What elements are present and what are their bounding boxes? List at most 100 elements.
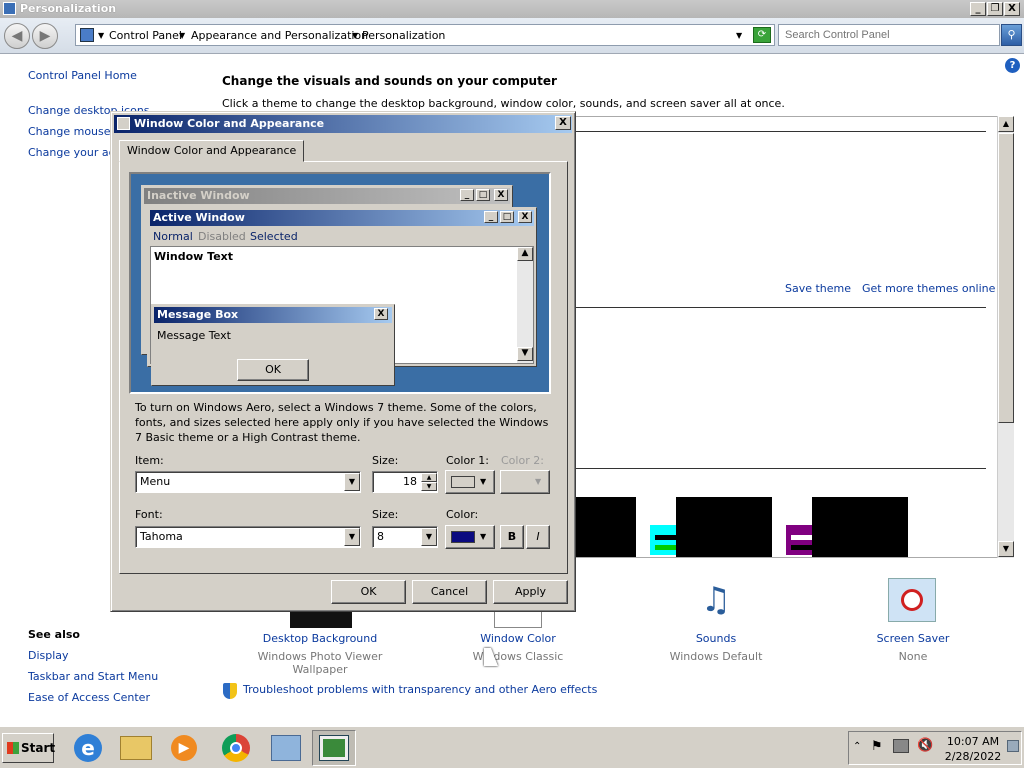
scroll-up-icon[interactable]: ▲ [998,116,1014,132]
window-color-link[interactable]: Window Color [443,632,593,645]
network-icon[interactable] [893,739,909,753]
see-also-taskbar[interactable]: Taskbar and Start Menu [28,670,158,683]
screen-saver-icon[interactable] [888,578,936,622]
see-also-display[interactable]: Display [28,649,69,662]
theme-thumbnail[interactable] [812,497,908,557]
chevron-icon[interactable]: ▼ [179,31,185,40]
ok-button[interactable]: OK [331,580,406,604]
volume-muted-icon[interactable]: 🔇 [917,738,933,753]
forward-button[interactable]: ▶ [32,23,58,49]
history-dropdown-icon[interactable]: ▼ [736,31,742,40]
font-size-select[interactable]: 8 ▼ [372,526,438,548]
color1-button[interactable]: ▼ [445,470,495,494]
maximize-icon: □ [476,189,490,201]
font-label: Font: [135,508,163,521]
desktop-background-link[interactable]: Desktop Background [245,632,395,645]
preview-msgbox-text: Message Text [157,329,231,342]
item-size-label: Size: [372,454,399,467]
chevron-down-icon: ▼ [480,477,487,486]
item-value: Menu [140,475,171,488]
sidebar-home-link[interactable]: Control Panel Home [28,69,137,82]
font-value: Tahoma [140,530,183,543]
chevron-down-icon: ▼ [480,532,487,541]
chrome-icon[interactable] [214,730,258,766]
scroll-up-icon: ▲ [517,247,533,261]
back-button[interactable]: ◀ [4,23,30,49]
file-explorer-icon[interactable] [114,730,158,766]
close-icon: X [374,308,388,320]
internet-explorer-icon[interactable]: e [66,730,110,766]
crumb-appearance[interactable]: Appearance and Personalization [191,29,368,42]
theme-list[interactable]: Save theme Get more themes online [576,116,997,558]
stepper-down-icon[interactable]: ▼ [421,482,437,491]
help-icon[interactable]: ? [1005,58,1020,73]
see-also-ease-of-access[interactable]: Ease of Access Center [28,691,150,704]
item-size-stepper[interactable]: 18 ▲ ▼ [372,471,438,493]
appearance-preview[interactable]: Inactive Window _ □ X Active Window _ □ … [129,172,551,394]
breadcrumb[interactable]: ▼ Control Panel ▼ Appearance and Persona… [75,24,775,46]
personalization-taskbar-icon[interactable] [312,730,356,766]
chevron-down-icon[interactable]: ▼ [421,528,437,546]
taskbar: Start e ▶ ⌃ ⚑ 🔇 10:07 AM 2/28/2022 [0,726,1024,768]
sounds-icon[interactable]: ♫ [692,578,740,622]
tab-window-color[interactable]: Window Color and Appearance [119,140,305,162]
bold-button[interactable]: B [500,525,524,549]
minimize-icon: _ [460,189,474,201]
chevron-down-icon[interactable]: ▼ [344,473,360,491]
refresh-icon[interactable]: ⟳ [753,27,771,43]
italic-button[interactable]: I [526,525,550,549]
action-center-flag-icon[interactable]: ⚑ [871,739,883,754]
sounds-link[interactable]: Sounds [641,632,791,645]
scroll-thumb[interactable] [998,133,1014,423]
preview-window-text: Window Text [154,250,234,263]
see-also-heading: See also [28,628,80,641]
chevron-icon[interactable]: ▼ [98,31,104,40]
crumb-personalization[interactable]: Personalization [362,29,445,42]
cancel-button[interactable]: Cancel [412,580,487,604]
preview-message-box[interactable]: Message Box X Message Text OK [151,304,395,386]
search-input[interactable] [778,24,1000,46]
save-theme-link[interactable]: Save theme [785,282,851,295]
control-panel-taskbar-icon[interactable] [264,730,308,766]
control-panel-icon [80,28,94,42]
font-color-swatch [451,531,475,543]
preview-msgbox-title: Message Box [154,307,392,323]
font-size-value: 8 [377,530,384,543]
font-color-button[interactable]: ▼ [445,525,495,549]
media-player-icon[interactable]: ▶ [162,730,206,766]
screen-saver-link[interactable]: Screen Saver [838,632,988,645]
troubleshoot-link[interactable]: Troubleshoot problems with transparency … [243,683,597,696]
start-button[interactable]: Start [2,733,55,763]
item-select[interactable]: Menu ▼ [135,471,361,493]
clock-time[interactable]: 10:07 AM [943,735,1003,748]
minimize-button[interactable]: _ [970,2,986,16]
color2-button[interactable]: ▼ [500,470,550,494]
restore-button[interactable]: ❐ [987,2,1003,16]
divider [576,131,986,132]
show-desktop-icon[interactable] [1007,740,1019,752]
show-hidden-icons-icon[interactable]: ⌃ [853,741,861,752]
clock-date[interactable]: 2/28/2022 [943,750,1003,763]
scroll-down-icon[interactable]: ▼ [998,541,1014,557]
close-button[interactable]: X [1004,2,1020,16]
theme-thumbnail[interactable] [676,497,772,557]
stepper-up-icon[interactable]: ▲ [421,473,437,482]
chevron-down-icon[interactable]: ▼ [344,528,360,546]
search-icon[interactable]: ⚲ [1001,24,1022,46]
get-more-themes-link[interactable]: Get more themes online [862,282,995,295]
crumb-control-panel[interactable]: Control Panel [109,29,182,42]
desktop-background-value: Windows Photo Viewer Wallpaper [257,650,383,676]
theme-thumbnail[interactable] [576,497,636,557]
dialog-close-button[interactable]: X [555,116,571,130]
dialog-title: Window Color and Appearance [134,117,325,130]
apply-button[interactable]: Apply [493,580,568,604]
color1-swatch [451,476,475,488]
preview-menu-normal: Normal [153,230,193,243]
close-icon: X [494,189,508,201]
theme-scrollbar[interactable]: ▲ ▼ [997,116,1014,558]
chevron-icon[interactable]: ▼ [352,31,358,40]
font-select[interactable]: Tahoma ▼ [135,526,361,548]
windows-logo-icon [7,742,19,754]
page-heading: Change the visuals and sounds on your co… [222,74,557,88]
preview-msgbox-ok: OK [237,359,309,381]
